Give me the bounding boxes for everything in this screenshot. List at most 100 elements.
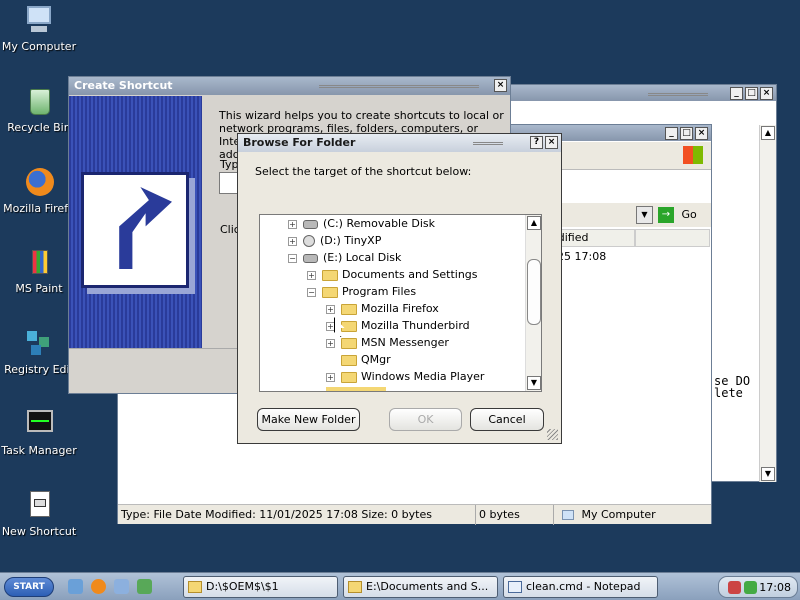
folder-icon	[341, 303, 357, 315]
tree-item-label: Mozilla Firefox	[361, 302, 439, 315]
close-button[interactable]: ×	[760, 87, 773, 100]
tree-item-mozilla-thunderbird[interactable]: + Mozilla Thunderbird	[326, 317, 470, 334]
task-button-documents-folder[interactable]: E:\Documents and S...	[343, 576, 498, 598]
title-grip	[473, 142, 503, 145]
scroll-up-arrow[interactable]: ▲	[761, 126, 775, 140]
tree-item-msn-messenger[interactable]: + MSN Messenger	[326, 334, 449, 351]
cancel-button[interactable]: Cancel	[470, 408, 544, 431]
folder-icon	[341, 320, 357, 332]
desktop-icon-label: My Computer	[1, 40, 77, 53]
maximize-button[interactable]: □	[745, 87, 758, 100]
tree-scrollbar[interactable]: ▲ ▼	[525, 215, 541, 391]
status-size: 0 bytes	[476, 505, 554, 525]
tree-item-label: (C:) Removable Disk	[323, 217, 436, 230]
tree-item-d-drive[interactable]: + (D:) TinyXP	[288, 232, 381, 249]
expand-icon[interactable]: +	[288, 236, 297, 246]
close-button[interactable]: ×	[494, 79, 507, 92]
firefox-quicklaunch-icon[interactable]	[91, 579, 106, 594]
task-label: E:\Documents and S...	[366, 580, 489, 593]
go-label: Go	[681, 208, 697, 221]
desktop-icon-recycle-bin[interactable]: Recycle Bin	[0, 85, 78, 134]
scroll-down-arrow[interactable]: ▼	[761, 467, 775, 481]
expand-icon[interactable]: +	[288, 219, 297, 229]
desktop-icon-task-manager[interactable]: Task Manager	[0, 408, 78, 457]
desktop-icon-ms-paint[interactable]: MS Paint	[0, 246, 78, 295]
tree-item-windows-media-player[interactable]: + Windows Media Player	[326, 368, 484, 385]
ok-button[interactable]: OK	[389, 408, 462, 431]
tree-item-label: MSN Messenger	[361, 336, 449, 349]
title-bar: Browse For Folder ? ×	[238, 134, 561, 152]
maximize-button[interactable]: □	[680, 127, 693, 140]
help-button[interactable]: ?	[530, 136, 543, 149]
collapse-icon[interactable]: −	[307, 287, 316, 297]
windows-logo-icon	[683, 146, 703, 164]
tree-item-documents-and-settings[interactable]: + Documents and Settings	[307, 266, 478, 283]
tree-item-mozilla-firefox[interactable]: + Mozilla Firefox	[326, 300, 439, 317]
desktop-icon-registry-edit[interactable]: Registry Edit	[0, 327, 78, 376]
expand-icon[interactable]: +	[326, 338, 335, 348]
desktop-icon-label: Mozilla Firefo	[3, 202, 75, 215]
drive-icon	[303, 253, 318, 263]
task-label: clean.cmd - Notepad	[526, 580, 641, 593]
expand-icon[interactable]: +	[326, 372, 335, 382]
scrollbar[interactable]: ▲ ▼	[759, 125, 776, 482]
start-button[interactable]: START	[4, 577, 54, 597]
tree-item-e-drive[interactable]: − (E:) Local Disk	[288, 249, 401, 266]
make-new-folder-button[interactable]: Make New Folder	[257, 408, 360, 431]
computer-small-icon	[562, 510, 574, 520]
folder-open-icon	[322, 286, 338, 298]
folder-tree[interactable]: + (C:) Removable Disk + (D:) TinyXP − (E:) …	[259, 214, 542, 392]
minimize-button[interactable]: _	[665, 127, 678, 140]
folder-icon	[341, 337, 357, 349]
registry-icon	[23, 327, 55, 359]
desktop-icon-label: MS Paint	[15, 282, 63, 295]
email-quicklaunch-icon[interactable]	[114, 579, 129, 594]
show-desktop-icon[interactable]	[68, 579, 83, 594]
expand-icon[interactable]: +	[326, 304, 335, 314]
taskbar: START D:\$OEM$\$1 E:\Documents and S... …	[0, 572, 800, 600]
tray-network-icon[interactable]	[744, 581, 757, 594]
desktop-icon-label: Task Manager	[1, 444, 77, 457]
shortcut-arrow-icon	[81, 172, 189, 288]
cdrom-icon	[303, 235, 315, 247]
app-quicklaunch-icon[interactable]	[137, 579, 152, 594]
task-button-notepad[interactable]: clean.cmd - Notepad	[503, 576, 658, 598]
desktop-icon-firefox[interactable]: Mozilla Firefo	[0, 166, 78, 215]
column-header-extra[interactable]	[635, 229, 710, 247]
task-button-oem-folder[interactable]: D:\$OEM$\$1	[183, 576, 338, 598]
tray-tool-icon[interactable]	[728, 581, 741, 594]
tree-item-qmgr[interactable]: QMgr	[341, 351, 391, 368]
system-tray: 17:08	[718, 576, 798, 598]
folder-icon	[322, 269, 338, 281]
title-bar: _ □ ×	[498, 85, 776, 101]
dialog-title: Browse For Folder	[243, 136, 356, 149]
desktop-icon-my-computer[interactable]: My Computer	[0, 4, 78, 53]
expand-icon[interactable]: +	[307, 270, 316, 280]
browse-for-folder-dialog: Browse For Folder ? × Select the target …	[237, 133, 562, 444]
tree-item-label: Mozilla Thunderbird	[361, 319, 470, 332]
desktop-icon-new-shortcut[interactable]: New Shortcut	[0, 489, 78, 538]
tree-item-label: Documents and Settings	[342, 268, 478, 281]
intro-line: This wizard helps you to create shortcut…	[219, 109, 504, 122]
tree-item-c-drive[interactable]: + (C:) Removable Disk	[288, 215, 435, 232]
status-location-label: My Computer	[581, 508, 656, 521]
expand-icon[interactable]: +	[326, 321, 335, 331]
scroll-up-arrow[interactable]: ▲	[527, 216, 541, 230]
button-label: Make New Folder	[261, 413, 356, 426]
scroll-down-arrow[interactable]: ▼	[527, 376, 541, 390]
tree-item-label: (E:) Local Disk	[323, 251, 402, 264]
drive-icon	[303, 219, 318, 229]
address-dropdown-arrow[interactable]: ▼	[636, 206, 653, 224]
tree-item-program-files[interactable]: − Program Files	[307, 283, 416, 300]
resize-grip-icon[interactable]	[547, 429, 558, 440]
go-button[interactable]: → Go	[658, 206, 708, 224]
close-button[interactable]: ×	[545, 136, 558, 149]
tree-item-label: QMgr	[361, 353, 391, 366]
scroll-thumb[interactable]	[527, 259, 541, 325]
collapse-icon[interactable]: −	[288, 253, 297, 263]
notepad-icon	[508, 581, 522, 593]
minimize-button[interactable]: _	[730, 87, 743, 100]
location-input[interactable]	[219, 172, 239, 194]
close-button[interactable]: ×	[695, 127, 708, 140]
wizard-banner	[69, 96, 202, 348]
